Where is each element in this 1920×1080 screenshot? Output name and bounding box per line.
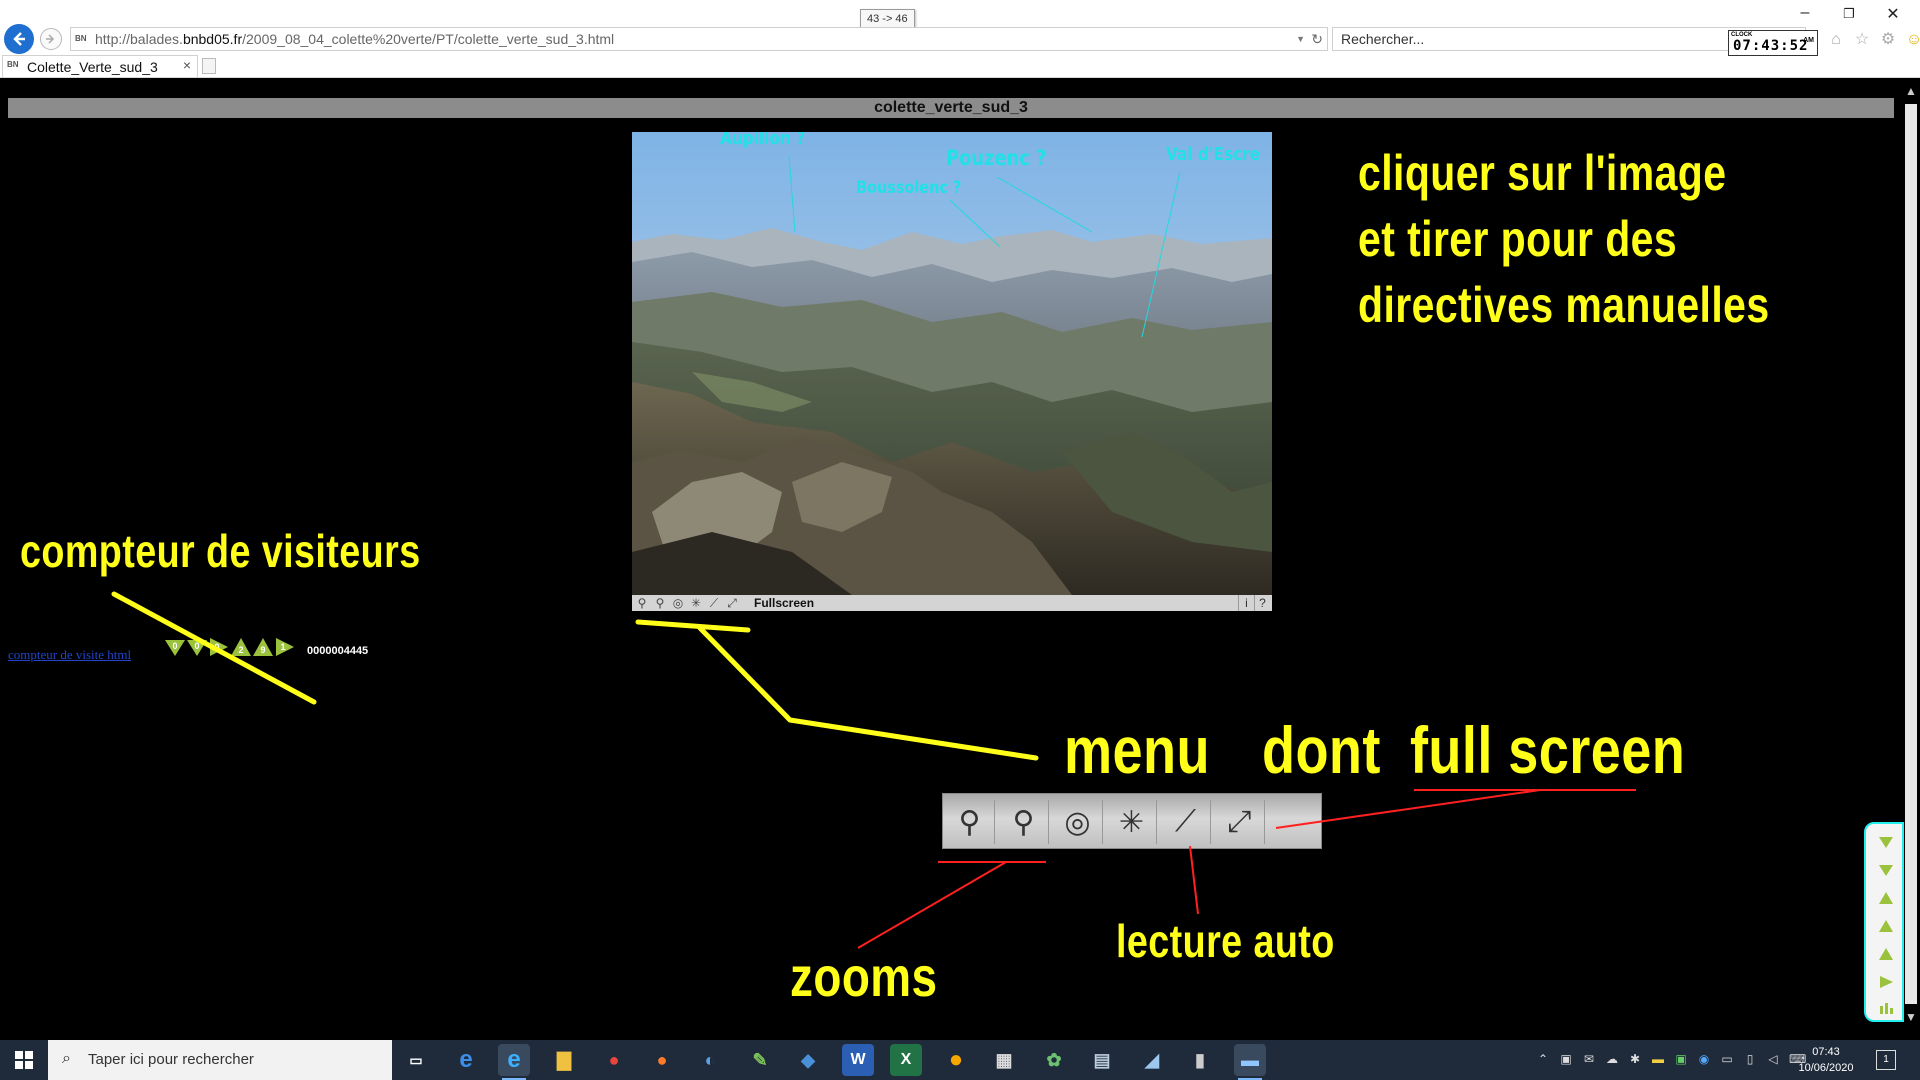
tray-cloud-icon[interactable]: ☁ (1605, 1052, 1619, 1066)
calculator-icon[interactable]: ▦ (988, 1044, 1020, 1076)
internet-explorer-icon[interactable]: e (498, 1044, 530, 1080)
tray-app-icon[interactable]: ◉ (1697, 1052, 1711, 1066)
edge-browser-icon[interactable]: e (450, 1044, 482, 1076)
tray-app-icon[interactable]: ▭ (1720, 1052, 1734, 1066)
word-icon[interactable]: W (842, 1044, 874, 1076)
task-view-icon[interactable]: ▭ (400, 1044, 432, 1076)
windows-taskbar: ⌕ Taper ici pour rechercher ▭ e e ▇ ● ● … (0, 1040, 1920, 1080)
taskbar-search-placeholder: Taper ici pour rechercher (88, 1051, 254, 1068)
app-icon-5[interactable]: ✎ (744, 1044, 776, 1076)
tray-network-icon[interactable]: ▯ (1743, 1052, 1757, 1066)
file-explorer-icon[interactable]: ▇ (548, 1044, 580, 1076)
tray-mail-icon[interactable]: ✉ (1582, 1052, 1596, 1066)
app-icon-15[interactable]: ▬ (1234, 1044, 1266, 1080)
app-icon-12[interactable]: ▤ (1086, 1044, 1118, 1076)
app-icon-13[interactable]: ◢ (1136, 1044, 1168, 1076)
tray-chevron-icon[interactable]: ⌃ (1536, 1052, 1550, 1066)
excel-icon[interactable]: X (890, 1044, 922, 1076)
notification-center-button[interactable]: 1 (1876, 1050, 1896, 1070)
widget-item-icon[interactable] (1878, 834, 1894, 850)
app-icon-14[interactable]: ▮ (1184, 1044, 1216, 1076)
widget-item-icon[interactable] (1878, 862, 1894, 878)
annotation-lines (111, 591, 1636, 949)
tray-app-icon[interactable]: ▣ (1674, 1052, 1688, 1066)
app-icon-6[interactable]: ◆ (792, 1044, 824, 1076)
widget-item-icon[interactable] (1878, 974, 1894, 990)
yellow-pointer-lines (111, 591, 1039, 761)
side-share-widget[interactable] (1864, 822, 1904, 1022)
widget-item-icon[interactable] (1878, 946, 1894, 962)
firefox-icon[interactable]: ● (646, 1044, 678, 1076)
red-pointer-lines (857, 789, 1636, 949)
widget-bars-icon[interactable] (1878, 1000, 1894, 1016)
tray-app-icon[interactable]: ▬ (1651, 1052, 1665, 1066)
app-icon-11[interactable]: ✿ (1038, 1044, 1070, 1076)
app-icon-9[interactable]: ● (940, 1044, 972, 1076)
widget-item-icon[interactable] (1878, 918, 1894, 934)
widget-item-icon[interactable] (1878, 890, 1894, 906)
system-tray: ⌃ ▣ ✉ ☁ ✱ ▬ ▣ ◉ ▭ ▯ ◁ ⌨ (1536, 1052, 1806, 1066)
taskbar-search-box[interactable]: ⌕ Taper ici pour rechercher (48, 1040, 392, 1080)
tray-volume-icon[interactable]: ◁ (1766, 1052, 1780, 1066)
search-icon: ⌕ (62, 1050, 71, 1067)
tray-app-icon[interactable]: ▣ (1559, 1052, 1573, 1066)
taskbar-clock[interactable]: 07:43 10/06/2020 (1786, 1044, 1866, 1076)
chrome-icon[interactable]: ● (598, 1044, 630, 1076)
tray-bluetooth-icon[interactable]: ✱ (1628, 1052, 1642, 1066)
app-icon-4[interactable]: ◐ (694, 1044, 726, 1076)
start-button[interactable] (0, 1040, 48, 1080)
windows-logo-icon (15, 1051, 33, 1069)
